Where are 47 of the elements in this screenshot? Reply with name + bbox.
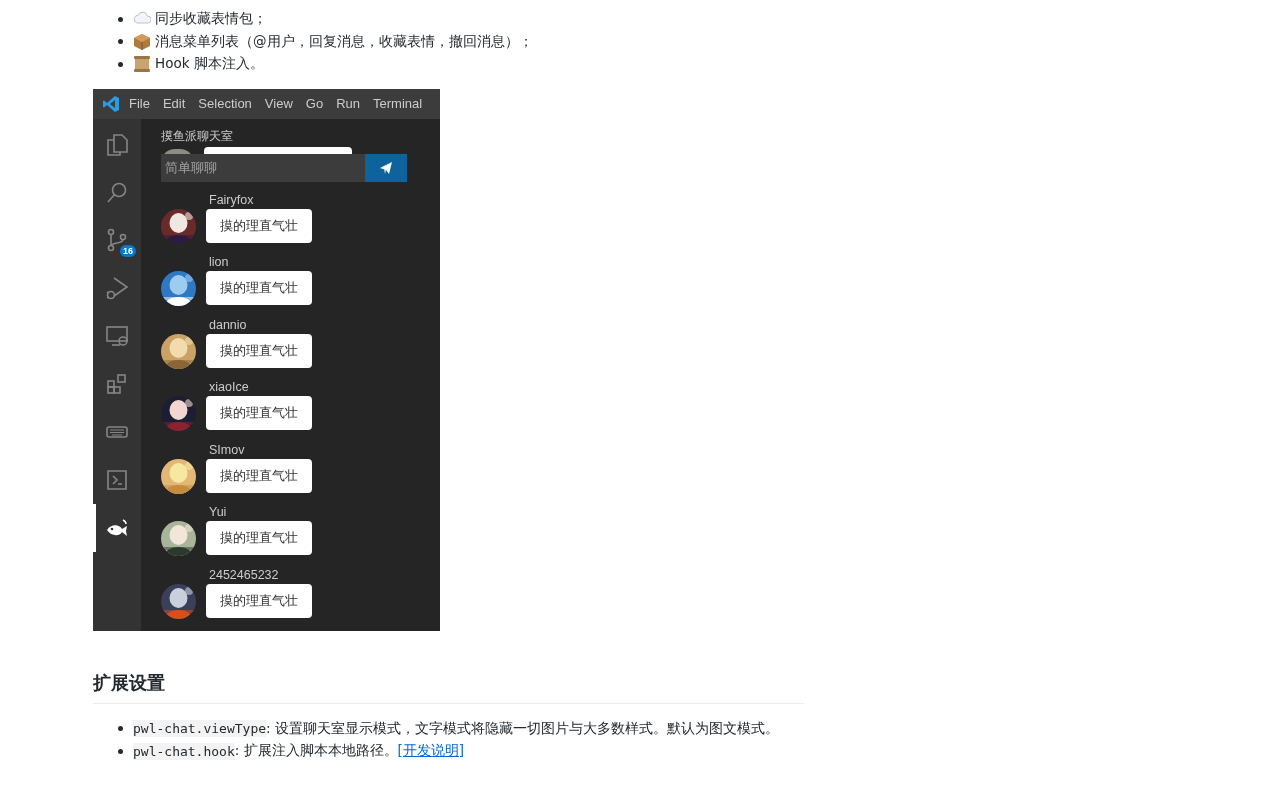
monitor-icon[interactable] xyxy=(105,323,129,348)
message-bubble: 摸的理直气壮 xyxy=(206,271,312,305)
panel-title: 摸鱼派聊天室 xyxy=(161,128,234,144)
count-badge: 16 xyxy=(120,244,136,257)
bullet xyxy=(118,726,123,732)
user-name: Yui xyxy=(209,504,228,521)
bullet xyxy=(118,61,123,67)
play-bug-icon[interactable] xyxy=(105,275,129,300)
menu-item[interactable]: View xyxy=(264,96,293,111)
message-bubble: 摸的理直气壮 xyxy=(206,208,312,243)
menu-item[interactable]: Terminal xyxy=(373,96,423,111)
message-bubble: 摸的理直气壮 xyxy=(206,583,312,618)
menu-item[interactable]: Go xyxy=(305,96,324,111)
user-name: SImov xyxy=(209,441,246,459)
user-name: Fairyfox xyxy=(209,191,255,209)
message-bubble: 摸的理直气壮 xyxy=(206,458,312,493)
user-name: xiaoIce xyxy=(209,379,250,396)
send-button[interactable] xyxy=(365,153,407,182)
docs-link[interactable]: [开发说明] xyxy=(397,742,465,761)
list-item-text: Hook 脚本注入。 xyxy=(155,55,264,74)
user-name: 2452465232 xyxy=(209,566,280,584)
files-icon[interactable] xyxy=(105,131,129,156)
bullet xyxy=(118,39,123,45)
app-logo-icon xyxy=(102,94,120,113)
message-bubble: 摸的理直气壮 xyxy=(206,333,312,368)
list-item-text: 同步收藏表情包； xyxy=(155,10,267,29)
bullet xyxy=(118,16,123,22)
menu-item[interactable]: File xyxy=(129,96,150,111)
setting-description: : 扩展注入脚本本地路径。 xyxy=(234,742,398,761)
user-name: dannio xyxy=(209,316,248,334)
user-name: lion xyxy=(209,254,230,271)
blocks-icon[interactable] xyxy=(105,371,129,396)
section-heading: 扩展设置 xyxy=(93,670,804,704)
menu-item[interactable]: Edit xyxy=(162,96,186,111)
box-icon xyxy=(133,32,151,51)
list-item-text: 消息菜单列表（@用户，回复消息，收藏表情，撤回消息）； xyxy=(155,32,533,51)
paper-plane-icon xyxy=(379,160,393,175)
setting-description: : 设置聊天室显示模式，文字模式将隐藏一切图片与大多数样式。默认为图文模式。 xyxy=(266,719,779,738)
terminal-icon[interactable] xyxy=(105,467,129,492)
scroll-icon xyxy=(133,55,151,74)
message-bubble: 摸的理直气壮 xyxy=(206,521,312,555)
menu-item[interactable]: Selection xyxy=(198,96,252,111)
message-input[interactable]: 简单聊聊 xyxy=(161,153,365,182)
message-bubble: 摸的理直气壮 xyxy=(206,396,312,430)
bullet xyxy=(118,748,123,754)
menu-item[interactable]: Run xyxy=(336,96,360,111)
setting-key: pwl-chat.hook xyxy=(133,742,235,760)
